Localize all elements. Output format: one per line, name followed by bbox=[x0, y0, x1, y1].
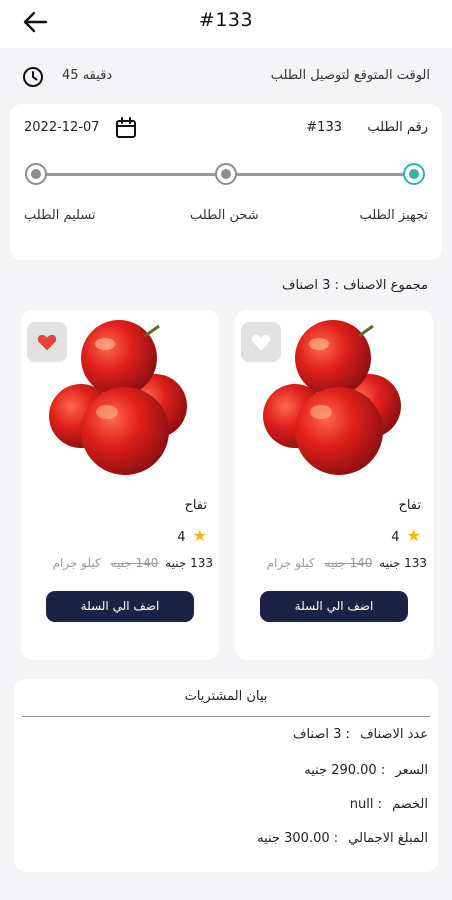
bill-row-value: : null bbox=[349, 797, 382, 812]
rating-value: 4 bbox=[391, 530, 400, 545]
delivery-eta-row: 45 دقيقه الوقت المتوقع لتوصيل الطلب bbox=[0, 58, 452, 94]
bill-row-total: المبلغ الاجمالي : 300.00 جنيه bbox=[257, 831, 428, 846]
page-title: #133 bbox=[198, 9, 254, 31]
bill-row-value: : 300.00 جنيه bbox=[257, 831, 339, 846]
apple-product-image bbox=[263, 320, 401, 475]
purchase-summary-card: بيان المشتريات عدد الاصناف : 3 اصناف الس… bbox=[14, 679, 438, 872]
order-number-label: رقم الطلب bbox=[367, 120, 428, 135]
price: 133 جنيه bbox=[165, 556, 213, 570]
bill-row-label: المبلغ الاجمالي bbox=[348, 831, 428, 846]
order-number-value: #133 bbox=[306, 120, 342, 135]
step-label-ship: شحن الطلب bbox=[190, 208, 259, 223]
step-label-deliver: تسليم الطلب bbox=[24, 208, 96, 223]
old-price: 140 جنيه bbox=[110, 556, 159, 570]
calendar-icon[interactable] bbox=[114, 116, 138, 140]
apple-product-image bbox=[49, 320, 187, 475]
add-to-cart-button[interactable]: اضف الي السلة bbox=[46, 591, 194, 622]
step-indicator-deliver bbox=[25, 163, 47, 185]
price-unit: كيلو جرام bbox=[266, 556, 315, 570]
step-indicator-prepare bbox=[403, 163, 425, 185]
bill-row-label: الخصم bbox=[392, 797, 428, 812]
add-to-cart-button[interactable]: اضف الي السلة bbox=[260, 591, 408, 622]
step-indicator-ship bbox=[215, 163, 237, 185]
clock-icon bbox=[22, 66, 44, 88]
product-price-row: 133 جنيه 140 جنيه كيلو جرام bbox=[53, 556, 213, 570]
bill-row-label: عدد الاصناف bbox=[360, 727, 428, 742]
order-date: 2022-12-07 bbox=[24, 120, 100, 135]
product-rating: 4 ★ bbox=[391, 526, 421, 545]
eta-value: 45 دقيقه bbox=[62, 68, 113, 83]
items-count-summary: مجموع الاصناف : 3 اصناف bbox=[282, 278, 428, 293]
bill-title: بيان المشتريات bbox=[184, 689, 268, 704]
step-label-prepare: تجهيز الطلب bbox=[359, 208, 428, 223]
bill-row-items-count: عدد الاصناف : 3 اصناف bbox=[293, 727, 428, 742]
star-icon: ★ bbox=[192, 526, 207, 545]
divider bbox=[22, 716, 430, 717]
rating-value: 4 bbox=[177, 530, 186, 545]
old-price: 140 جنيه bbox=[324, 556, 373, 570]
bill-row-discount: الخصم : null bbox=[350, 797, 428, 812]
eta-label: الوقت المتوقع لتوصيل الطلب bbox=[270, 68, 430, 83]
bill-row-label: السعر bbox=[395, 763, 428, 778]
product-name: تفاح bbox=[184, 498, 207, 513]
product-card[interactable]: تفاح 4 ★ 133 جنيه 140 جنيه كيلو جرام اضف… bbox=[21, 310, 219, 660]
product-name: تفاح bbox=[398, 498, 421, 513]
price-unit: كيلو جرام bbox=[52, 556, 101, 570]
product-card[interactable]: تفاح 4 ★ 133 جنيه 140 جنيه كيلو جرام اضف… bbox=[235, 310, 433, 660]
app-bar: #133 bbox=[0, 0, 452, 48]
star-icon: ★ bbox=[406, 526, 421, 545]
bill-row-value: : 290.00 جنيه bbox=[304, 763, 386, 778]
bill-row-price: السعر : 290.00 جنيه bbox=[304, 763, 428, 778]
price: 133 جنيه bbox=[379, 556, 427, 570]
bill-row-value: : 3 اصناف bbox=[292, 727, 350, 742]
product-price-row: 133 جنيه 140 جنيه كيلو جرام bbox=[267, 556, 427, 570]
product-rating: 4 ★ bbox=[177, 526, 207, 545]
order-tracking-card: 2022-12-07 #133 رقم الطلب تجهيز الطلب شح… bbox=[10, 104, 442, 260]
